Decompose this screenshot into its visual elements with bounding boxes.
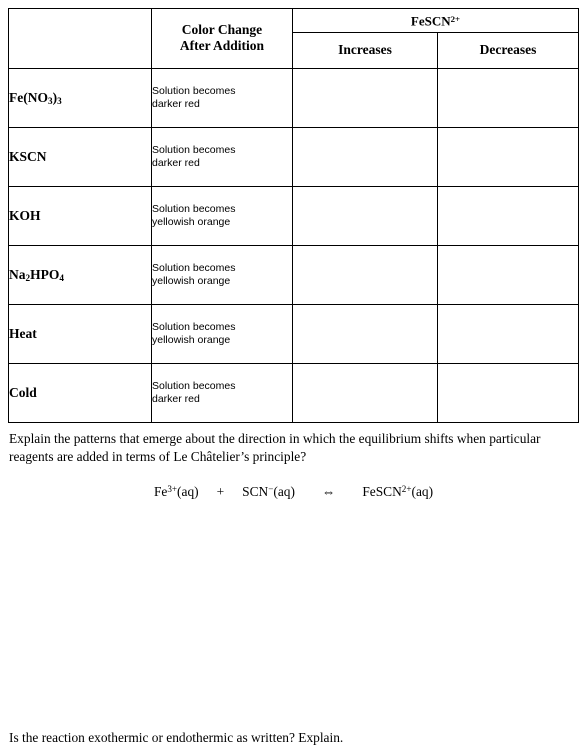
equation-reactant-1: Fe3+(aq) (154, 484, 199, 499)
question-exothermic-endothermic: Is the reaction exothermic or endothermi… (9, 730, 344, 745)
question-le-chatelier-patterns: Explain the patterns that emerge about t… (9, 431, 541, 464)
header-corner-blank (8, 8, 152, 69)
color-change-cell: Solution becomes yellowish orange (151, 303, 293, 364)
equilibrium-equation: Fe3+(aq) + SCN−(aq) ⇔ FeSCN2+(aq) (0, 484, 587, 500)
header-product-superscript: 2+ (450, 14, 461, 24)
equilibrium-arrow-icon: ⇔ (321, 484, 336, 499)
color-change-cell: Solution becomes yellowish orange (151, 185, 293, 246)
color-change-line1: Solution becomes (152, 320, 236, 333)
equation-reactant-2-symbol: SCN (242, 484, 269, 499)
header-color-change-line1: Color Change (181, 22, 263, 38)
table-header-row-top: Color Change After Addition FeSCN2+ (8, 8, 580, 69)
equation-reactant-1-state: (aq) (177, 484, 199, 499)
table-row: Na2HPO4 Solution becomes yellowish orange (8, 244, 580, 305)
color-change-line2: yellowish orange (152, 215, 231, 228)
color-change-line2: yellowish orange (152, 274, 231, 287)
header-decreases: Decreases (436, 31, 580, 69)
color-change-line1: Solution becomes (152, 84, 236, 97)
header-product-text: FeSCN (410, 13, 451, 29)
increases-answer-cell[interactable] (292, 303, 438, 364)
equation-product-symbol: FeSCN (362, 484, 402, 499)
increases-answer-cell[interactable] (292, 362, 438, 423)
color-change-cell: Solution becomes yellowish orange (151, 244, 293, 305)
color-change-line1: Solution becomes (152, 379, 236, 392)
table-row: Cold Solution becomes darker red (8, 362, 580, 423)
table-row: Fe(NO3)3 Solution becomes darker red (8, 67, 580, 128)
decreases-answer-cell[interactable] (436, 303, 580, 364)
increases-answer-cell[interactable] (292, 185, 438, 246)
reagent-cell: KOH (8, 185, 152, 246)
reagent-cell: Fe(NO3)3 (8, 67, 152, 128)
color-change-cell: Solution becomes darker red (151, 67, 293, 128)
table-row: Heat Solution becomes yellowish orange (8, 303, 580, 364)
reagent-cell: Heat (8, 303, 152, 364)
decreases-answer-cell[interactable] (436, 67, 580, 128)
increases-answer-cell[interactable] (292, 244, 438, 305)
equation-product: FeSCN2+(aq) (362, 484, 433, 499)
color-change-cell: Solution becomes darker red (151, 362, 293, 423)
decreases-answer-cell[interactable] (436, 244, 580, 305)
table-header: Color Change After Addition FeSCN2+ Incr… (8, 8, 580, 69)
increases-answer-cell[interactable] (292, 126, 438, 187)
decreases-answer-cell[interactable] (436, 126, 580, 187)
equation-reactant-1-symbol: Fe (153, 484, 168, 499)
reagent-cell: Na2HPO4 (8, 244, 152, 305)
equation-reactant-2-state: (aq) (273, 484, 295, 499)
color-change-cell: Solution becomes darker red (151, 126, 293, 187)
table-body: Fe(NO3)3 Solution becomes darker red KSCN So… (8, 67, 580, 423)
results-table-container: Color Change After Addition FeSCN2+ Incr… (8, 8, 580, 423)
color-change-line2: darker red (152, 97, 200, 110)
reagent-cell: Cold (8, 362, 152, 423)
table-row: KOH Solution becomes yellowish orange (8, 185, 580, 246)
decreases-answer-cell[interactable] (436, 362, 580, 423)
color-change-line1: Solution becomes (152, 202, 236, 215)
color-change-line2: darker red (152, 156, 200, 169)
header-product-fescn: FeSCN2+ (291, 8, 580, 33)
equation-product-state: (aq) (411, 484, 434, 499)
increases-answer-cell[interactable] (292, 67, 438, 128)
equation-plus-sign: + (216, 484, 225, 499)
decreases-answer-cell[interactable] (436, 185, 580, 246)
equation-reactant-1-charge: 3+ (167, 484, 178, 495)
equilibrium-results-table: Color Change After Addition FeSCN2+ Incr… (8, 8, 580, 423)
color-change-line1: Solution becomes (152, 261, 236, 274)
header-color-change-line2: After Addition (179, 38, 265, 54)
table-row: KSCN Solution becomes darker red (8, 126, 580, 187)
reagent-cell: KSCN (8, 126, 152, 187)
equation-reactant-2: SCN−(aq) (242, 484, 295, 499)
color-change-line1: Solution becomes (152, 143, 236, 156)
color-change-line2: yellowish orange (152, 333, 231, 346)
header-color-change: Color Change After Addition (151, 8, 293, 69)
header-increases: Increases (292, 31, 438, 69)
color-change-line2: darker red (152, 392, 200, 405)
